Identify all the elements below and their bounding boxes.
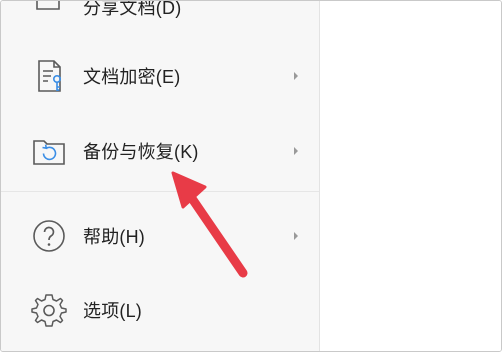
menu-item-share-document[interactable]: 分享文档(D) xyxy=(1,0,319,37)
share-document-icon xyxy=(36,1,60,10)
file-menu-panel: 分享文档(D) 文档加密(E) 备份与恢复(K) 帮助(H) 选项(L) xyxy=(1,0,320,351)
menu-item-label: 帮助(H) xyxy=(83,227,145,247)
menu-item-document-encrypt[interactable]: 文档加密(E) xyxy=(1,46,319,106)
menu-item-label: 文档加密(E) xyxy=(83,67,181,87)
menu-item-options[interactable]: 选项(L) xyxy=(1,280,319,340)
gear-icon xyxy=(31,294,67,327)
chevron-right-icon xyxy=(294,232,298,240)
menu-divider xyxy=(1,191,319,192)
chevron-right-icon xyxy=(294,72,298,80)
menu-item-label: 选项(L) xyxy=(83,301,142,321)
menu-item-help[interactable]: 帮助(H) xyxy=(1,206,319,266)
menu-item-label: 备份与恢复(K) xyxy=(83,142,199,162)
help-icon xyxy=(33,220,65,252)
menu-item-label: 分享文档(D) xyxy=(83,0,182,18)
content-pane xyxy=(320,1,501,351)
chevron-right-icon xyxy=(294,147,298,155)
backup-restore-folder-icon xyxy=(33,140,65,165)
document-encrypt-icon xyxy=(38,60,61,92)
window-frame: 分享文档(D) 文档加密(E) 备份与恢复(K) 帮助(H) 选项(L) xyxy=(0,0,502,352)
menu-item-backup-restore[interactable]: 备份与恢复(K) xyxy=(1,121,319,181)
